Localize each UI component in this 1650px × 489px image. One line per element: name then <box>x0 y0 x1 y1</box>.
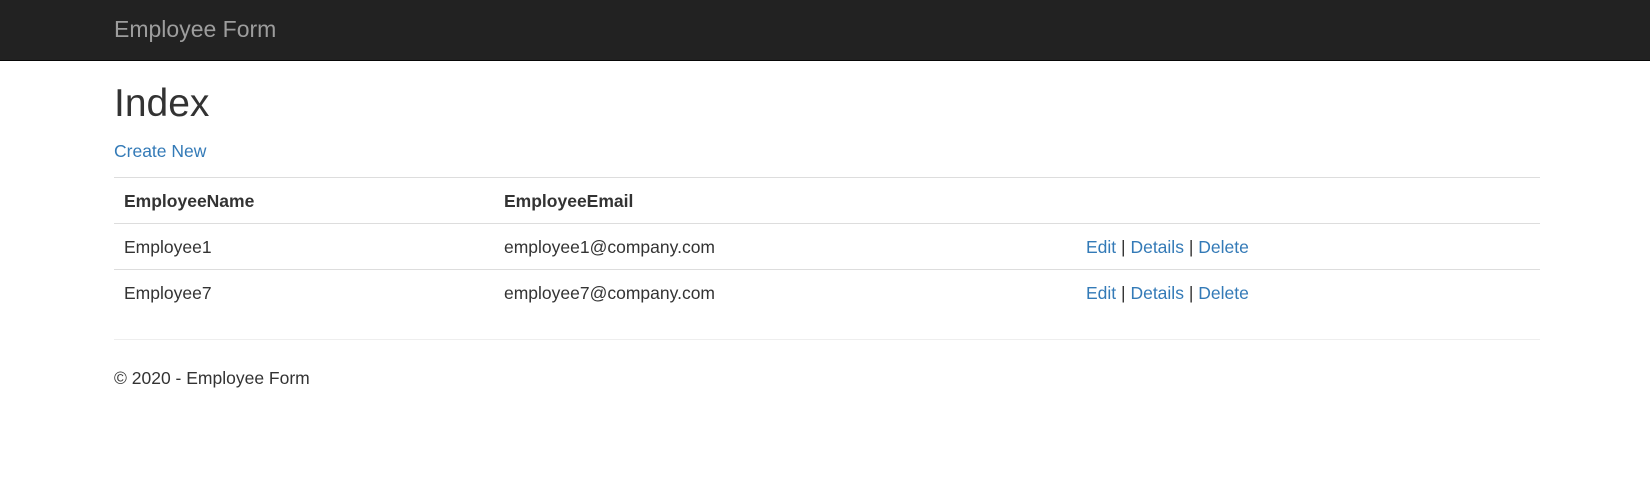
table-row: Employee7 employee7@company.com Edit | D… <box>114 269 1540 315</box>
separator: | <box>1121 236 1126 257</box>
employee-email-cell: employee1@company.com <box>494 223 1076 270</box>
footer: © 2020 - Employee Form <box>114 367 310 389</box>
table-header-row: EmployeeName EmployeeEmail <box>114 177 1540 224</box>
column-header-employee-name: EmployeeName <box>114 177 494 224</box>
actions-cell: Edit | Details | Delete <box>1076 223 1540 270</box>
delete-link[interactable]: Delete <box>1198 283 1249 303</box>
column-header-employee-email: EmployeeEmail <box>494 177 1076 224</box>
separator: | <box>1188 282 1194 303</box>
details-link[interactable]: Details <box>1130 283 1184 303</box>
footer-divider <box>114 339 1540 340</box>
column-header-actions <box>1076 177 1540 224</box>
details-link[interactable]: Details <box>1130 237 1184 257</box>
footer-copyright: © 2020 - Employee Form <box>114 368 310 388</box>
edit-link[interactable]: Edit <box>1086 237 1116 257</box>
page-title: Index <box>114 82 210 125</box>
top-navbar: Employee Form <box>0 0 1650 61</box>
separator: | <box>1188 236 1194 257</box>
table-row: Employee1 employee1@company.com Edit | D… <box>114 223 1540 270</box>
actions-cell: Edit | Details | Delete <box>1076 269 1540 315</box>
employee-email-cell: employee7@company.com <box>494 269 1076 315</box>
employee-name-cell: Employee1 <box>114 223 494 270</box>
employee-name-cell: Employee7 <box>114 269 494 315</box>
brand-link[interactable]: Employee Form <box>114 16 276 42</box>
create-new-link[interactable]: Create New <box>114 140 206 162</box>
employee-table: EmployeeName EmployeeEmail Employee1 emp… <box>114 177 1540 315</box>
edit-link[interactable]: Edit <box>1086 283 1116 303</box>
delete-link[interactable]: Delete <box>1198 237 1249 257</box>
separator: | <box>1121 282 1126 303</box>
